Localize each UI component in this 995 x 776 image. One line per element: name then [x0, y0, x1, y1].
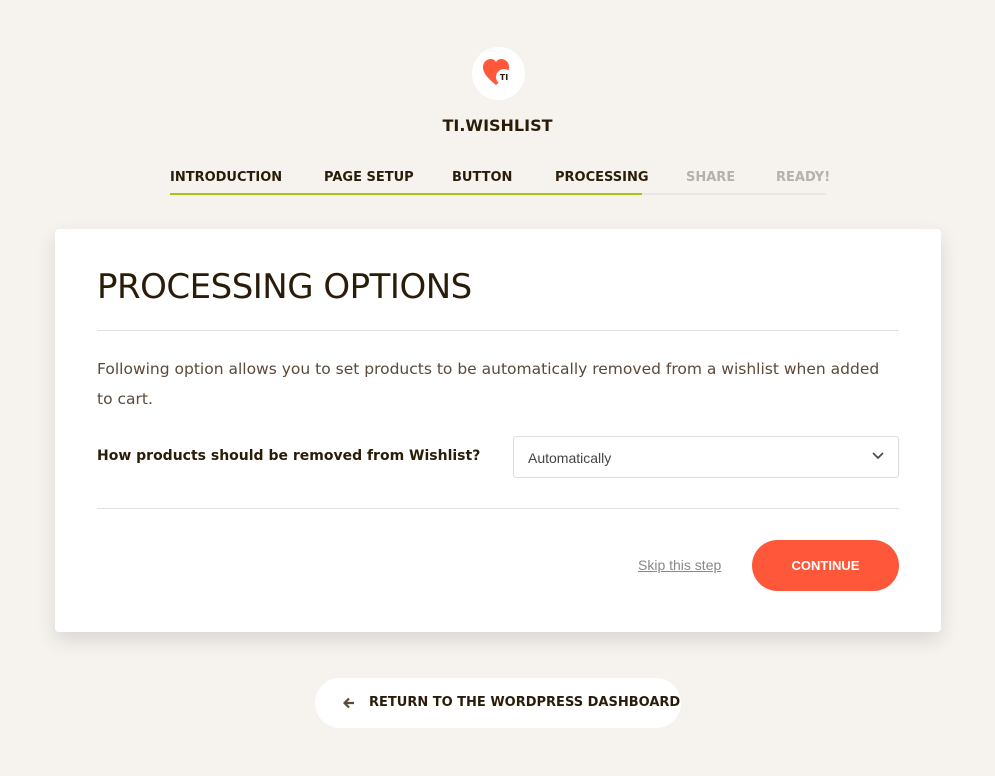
step-introduction[interactable]: INTRODUCTION: [170, 170, 282, 185]
chevron-down-icon: [872, 452, 884, 460]
divider: [97, 508, 899, 509]
skip-step-link[interactable]: Skip this step: [638, 557, 721, 573]
step-processing[interactable]: PROCESSING: [555, 170, 649, 185]
step-button[interactable]: BUTTON: [452, 170, 512, 185]
processing-card: PROCESSING OPTIONS Following option allo…: [55, 229, 941, 632]
brand-logo: TI: [472, 47, 525, 100]
heart-icon: TI: [483, 59, 512, 85]
divider: [97, 330, 899, 331]
arrow-left-icon: [343, 697, 354, 709]
wizard-steps: INTRODUCTION PAGE SETUP BUTTON PROCESSIN…: [170, 170, 830, 195]
field-label: How products should be removed from Wish…: [97, 448, 481, 464]
return-label: RETURN TO THE WORDPRESS DASHBOARD: [369, 695, 681, 710]
svg-text:TI: TI: [500, 73, 508, 82]
return-dashboard-button[interactable]: RETURN TO THE WORDPRESS DASHBOARD: [315, 678, 681, 728]
removal-select[interactable]: Automatically: [513, 436, 899, 478]
brand-name: TI.WISHLIST: [442, 116, 553, 135]
description: Following option allows you to set produ…: [97, 360, 880, 408]
page-title: PROCESSING OPTIONS: [97, 267, 472, 307]
progress-bar: [170, 193, 642, 195]
step-ready: READY!: [776, 170, 831, 185]
step-share: SHARE: [686, 170, 736, 185]
step-page-setup[interactable]: PAGE SETUP: [324, 170, 414, 185]
select-value: Automatically: [528, 450, 612, 466]
continue-button[interactable]: CONTINUE: [752, 540, 899, 591]
